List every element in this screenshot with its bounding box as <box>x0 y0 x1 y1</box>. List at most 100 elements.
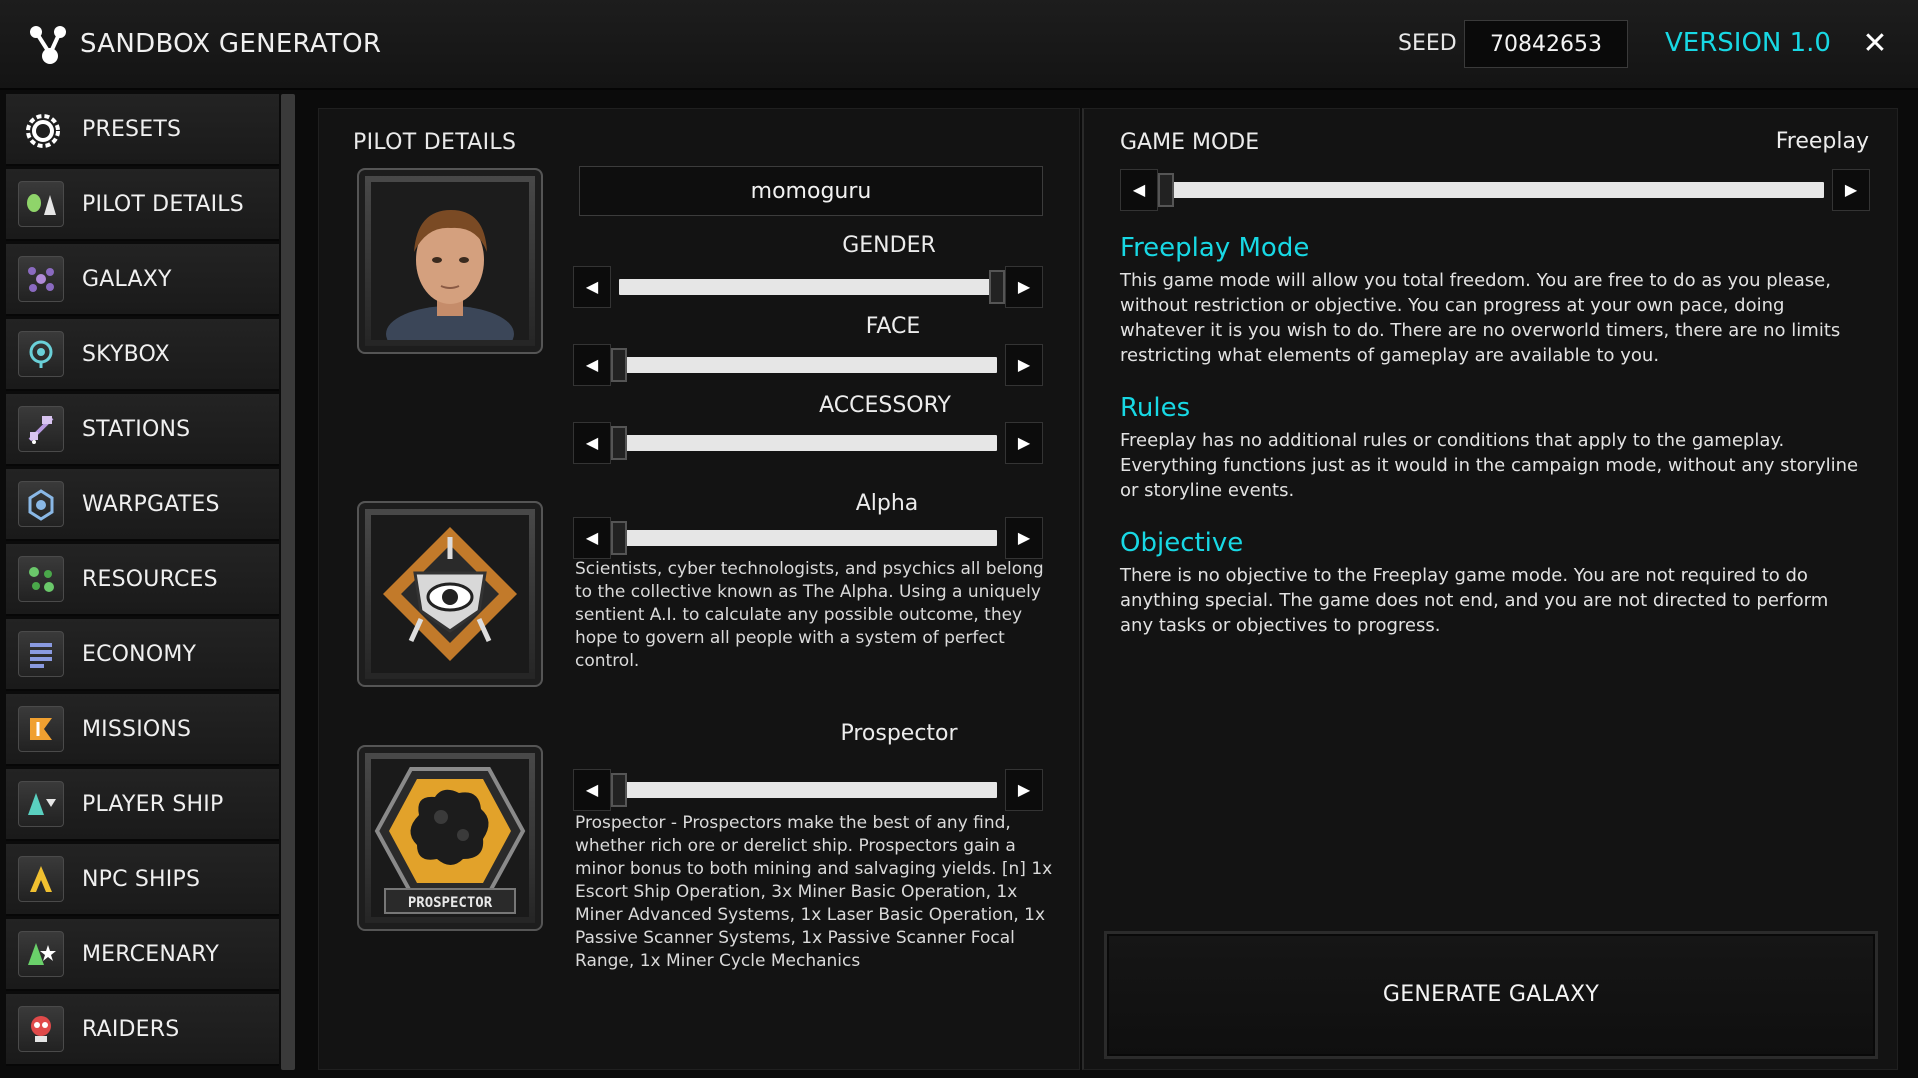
sidebar-item-resources[interactable]: RESOURCES <box>6 544 279 616</box>
sidebar: PRESETS PILOT DETAILS GALAXY SKYBOX STAT… <box>6 94 279 1074</box>
skybox-icon <box>18 331 64 377</box>
game-mode-panel: GAME MODE Freeplay ◀ ▶ Freeplay Mode Thi… <box>1082 108 1898 1070</box>
career-prev-button[interactable]: ◀ <box>573 769 611 811</box>
game-mode-prev-button[interactable]: ◀ <box>1120 169 1158 211</box>
sidebar-item-economy[interactable]: ECONOMY <box>6 619 279 691</box>
gender-slider[interactable]: ◀ ▶ <box>573 266 1043 308</box>
sidebar-item-warpgates[interactable]: WARPGATES <box>6 469 279 541</box>
career-slider[interactable]: ◀ ▶ <box>573 769 1043 811</box>
warpgate-icon <box>18 481 64 527</box>
face-next-button[interactable]: ▶ <box>1005 344 1043 386</box>
sidebar-item-label: STATIONS <box>82 417 191 442</box>
game-mode-thumb[interactable] <box>1158 173 1174 207</box>
faction-prev-button[interactable]: ◀ <box>573 517 611 559</box>
seed-input[interactable] <box>1464 20 1628 68</box>
mercenary-icon <box>18 931 64 977</box>
sidebar-item-label: SKYBOX <box>82 342 170 367</box>
career-track <box>625 782 997 798</box>
sidebar-item-label: PLAYER SHIP <box>82 792 224 817</box>
version-label: VERSION 1.0 <box>1665 28 1831 58</box>
game-mode-title: GAME MODE <box>1120 130 1260 155</box>
sidebar-item-missions[interactable]: MISSIONS <box>6 694 279 766</box>
raiders-icon <box>18 1006 64 1052</box>
rules-heading: Rules <box>1120 393 1191 423</box>
career-next-button[interactable]: ▶ <box>1005 769 1043 811</box>
sidebar-item-label: GALAXY <box>82 267 172 292</box>
close-icon: ✕ <box>1862 26 1888 61</box>
npc-ships-icon <box>18 856 64 902</box>
prospector-badge-text: PROSPECTOR <box>408 895 493 911</box>
alpha-faction-icon <box>371 515 529 673</box>
pilot-details-title: PILOT DETAILS <box>353 130 517 155</box>
accessory-label: ACCESSORY <box>819 393 951 418</box>
sidebar-item-label: RESOURCES <box>82 567 218 592</box>
sidebar-item-label: PRESETS <box>82 117 182 142</box>
accessory-slider[interactable]: ◀ ▶ <box>573 422 1043 464</box>
faction-slider[interactable]: ◀ ▶ <box>573 517 1043 559</box>
pilot-face-icon <box>371 182 529 340</box>
game-mode-value: Freeplay <box>1775 129 1869 154</box>
face-slider[interactable]: ◀ ▶ <box>573 344 1043 386</box>
generate-galaxy-button[interactable]: GENERATE GALAXY <box>1104 931 1878 1059</box>
accessory-next-button[interactable]: ▶ <box>1005 422 1043 464</box>
accessory-track <box>625 435 997 451</box>
objective-text: There is no objective to the Freeplay ga… <box>1120 565 1829 636</box>
app-title: SANDBOX GENERATOR <box>80 29 382 59</box>
face-label: FACE <box>865 314 921 339</box>
face-prev-button[interactable]: ◀ <box>573 344 611 386</box>
sidebar-item-raiders[interactable]: RAIDERS <box>6 994 279 1066</box>
station-icon <box>18 406 64 452</box>
resources-icon <box>18 556 64 602</box>
game-mode-track <box>1172 182 1824 198</box>
face-thumb[interactable] <box>611 348 627 382</box>
sidebar-item-label: NPC SHIPS <box>82 867 201 892</box>
faction-thumb[interactable] <box>611 521 627 555</box>
galaxy-icon <box>18 256 64 302</box>
sidebar-item-label: PILOT DETAILS <box>82 192 244 217</box>
sidebar-item-galaxy[interactable]: GALAXY <box>6 244 279 316</box>
sidebar-item-pilot-details[interactable]: PILOT DETAILS <box>6 169 279 241</box>
face-track <box>625 357 997 373</box>
freeplay-mode-text: This game mode will allow you total free… <box>1120 270 1841 366</box>
economy-icon <box>18 631 64 677</box>
pilot-portrait <box>357 168 543 354</box>
network-logo-icon <box>30 26 66 64</box>
sidebar-item-label: RAIDERS <box>82 1017 180 1042</box>
sidebar-item-mercenary[interactable]: MERCENARY <box>6 919 279 991</box>
sidebar-item-skybox[interactable]: SKYBOX <box>6 319 279 391</box>
rules-text: Freeplay has no additional rules or cond… <box>1120 430 1859 501</box>
sidebar-item-presets[interactable]: PRESETS <box>6 94 279 166</box>
gender-next-button[interactable]: ▶ <box>1005 266 1043 308</box>
game-mode-next-button[interactable]: ▶ <box>1832 169 1870 211</box>
close-button[interactable]: ✕ <box>1855 24 1895 64</box>
gender-thumb[interactable] <box>989 270 1005 304</box>
gender-prev-button[interactable]: ◀ <box>573 266 611 308</box>
sidebar-item-label: WARPGATES <box>82 492 220 517</box>
sidebar-scrollbar[interactable] <box>281 94 295 1070</box>
career-label: Prospector <box>840 721 958 746</box>
freeplay-mode-heading: Freeplay Mode <box>1120 233 1310 263</box>
sidebar-item-label: MISSIONS <box>82 717 192 742</box>
accessory-prev-button[interactable]: ◀ <box>573 422 611 464</box>
career-thumb[interactable] <box>611 773 627 807</box>
gender-track <box>619 279 997 295</box>
faction-next-button[interactable]: ▶ <box>1005 517 1043 559</box>
faction-description: Scientists, cyber technologists, and psy… <box>575 559 1044 671</box>
pilot-icon <box>18 181 64 227</box>
objective-heading: Objective <box>1120 528 1244 558</box>
gear-icon <box>18 106 64 152</box>
pilot-name-input[interactable] <box>579 166 1043 216</box>
gender-label: GENDER <box>842 233 936 258</box>
sidebar-item-label: MERCENARY <box>82 942 219 967</box>
sidebar-item-stations[interactable]: STATIONS <box>6 394 279 466</box>
sidebar-item-npc-ships[interactable]: NPC SHIPS <box>6 844 279 916</box>
faction-track <box>625 530 997 546</box>
accessory-thumb[interactable] <box>611 426 627 460</box>
player-ship-icon <box>18 781 64 827</box>
sidebar-item-label: ECONOMY <box>82 642 197 667</box>
sidebar-item-player-ship[interactable]: PLAYER SHIP <box>6 769 279 841</box>
career-emblem: PROSPECTOR <box>357 745 543 931</box>
faction-label: Alpha <box>855 491 919 516</box>
top-bar: SANDBOX GENERATOR SEED VERSION 1.0 ✕ <box>0 0 1918 90</box>
game-mode-slider[interactable]: ◀ ▶ <box>1120 169 1870 211</box>
